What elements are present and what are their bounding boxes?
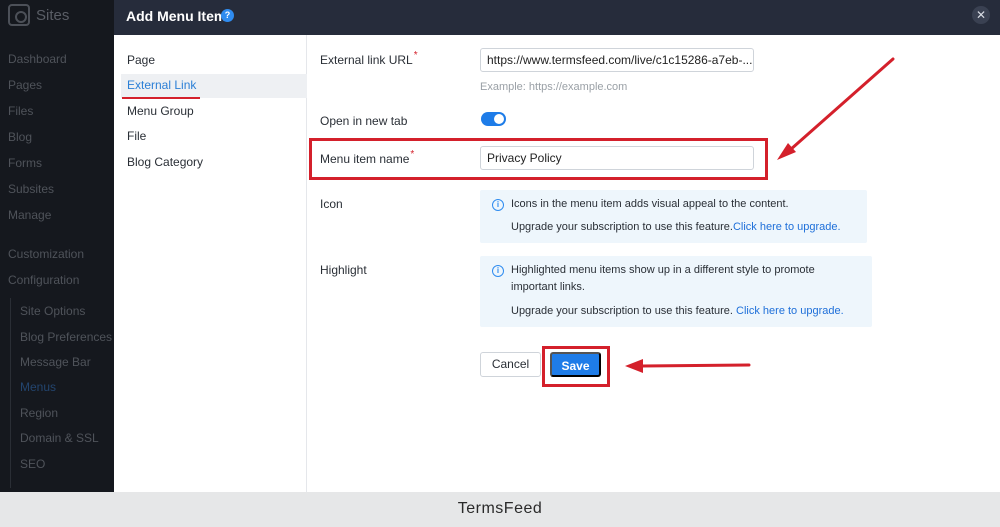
info-icon: i — [492, 199, 504, 211]
url-input[interactable]: https://www.termsfeed.com/live/c1c15286-… — [480, 48, 754, 72]
close-icon: ✕ — [975, 8, 987, 22]
nav-dashboard[interactable]: Dashboard — [8, 52, 67, 66]
icon-info-box: i Icons in the menu item adds visual app… — [480, 190, 867, 243]
subnav-seo[interactable]: SEO — [20, 457, 45, 471]
tab-external-link[interactable]: External Link — [127, 78, 196, 92]
highlight-info-text-1: Highlighted menu items show up in a diff… — [511, 264, 815, 276]
icon-info-text: Icons in the menu item adds visual appea… — [511, 198, 789, 210]
cancel-button[interactable]: Cancel — [480, 352, 541, 377]
app-name: Sites — [36, 6, 70, 24]
highlight-label: Highlight — [320, 263, 367, 277]
nav-configuration[interactable]: Configuration — [8, 273, 79, 287]
highlight-upgrade-link[interactable]: Click here to upgrade. — [736, 305, 844, 317]
tab-menu-group[interactable]: Menu Group — [127, 104, 194, 118]
icon-label: Icon — [320, 197, 343, 211]
url-label: External link URL* — [320, 50, 418, 67]
newtab-label: Open in new tab — [320, 114, 408, 128]
nav-blog[interactable]: Blog — [8, 130, 32, 144]
toggle-knob — [494, 114, 504, 124]
modal-body: Page External Link Menu Group File Blog … — [114, 35, 1000, 492]
subnav-site-options[interactable]: Site Options — [20, 304, 85, 318]
name-field-highlight-box — [309, 138, 768, 180]
highlight-info-text-2: important links. — [511, 281, 585, 293]
url-hint: Example: https://example.com — [480, 81, 628, 93]
required-mark: * — [413, 50, 418, 61]
modal-title: Add Menu Item — [126, 8, 227, 24]
close-button[interactable]: ✕ — [972, 6, 990, 24]
highlight-info-box: i Highlighted menu items show up in a di… — [480, 256, 872, 327]
icon-upgrade-text: Upgrade your subscription to use this fe… — [511, 221, 841, 233]
subnav-region[interactable]: Region — [20, 406, 58, 420]
tab-blog-category[interactable]: Blog Category — [127, 155, 203, 169]
help-circle-icon[interactable]: ? — [221, 9, 234, 22]
newtab-toggle[interactable] — [481, 112, 506, 126]
nav-manage[interactable]: Manage — [8, 208, 51, 222]
subnav-domain-ssl[interactable]: Domain & SSL — [20, 431, 99, 445]
subnav-message-bar[interactable]: Message Bar — [20, 355, 91, 369]
app-logo: Sites — [8, 4, 69, 26]
nav-pages[interactable]: Pages — [8, 78, 42, 92]
info-icon: i — [492, 265, 504, 277]
app-sidebar: Sites Dashboard Pages Files Blog Forms S… — [0, 0, 114, 492]
nav-forms[interactable]: Forms — [8, 156, 42, 170]
subnav-divider — [10, 298, 11, 488]
menu-type-tabs: Page External Link Menu Group File Blog … — [114, 35, 307, 492]
sites-logo-icon — [8, 4, 30, 26]
nav-files[interactable]: Files — [8, 104, 33, 118]
save-button-highlight-box — [542, 346, 610, 387]
highlight-upgrade-text: Upgrade your subscription to use this fe… — [511, 305, 844, 317]
subnav-blog-preferences[interactable]: Blog Preferences — [20, 330, 112, 344]
icon-upgrade-link[interactable]: Click here to upgrade. — [733, 221, 841, 233]
tab-page[interactable]: Page — [127, 53, 155, 67]
footer-caption: TermsFeed — [0, 492, 1000, 527]
tab-annotation-underline — [122, 97, 200, 99]
nav-subsites[interactable]: Subsites — [8, 182, 54, 196]
tab-file[interactable]: File — [127, 129, 146, 143]
modal-header: Add Menu Item ? ✕ — [114, 0, 1000, 35]
nav-customization[interactable]: Customization — [8, 247, 84, 261]
subnav-menus[interactable]: Menus — [20, 380, 56, 394]
